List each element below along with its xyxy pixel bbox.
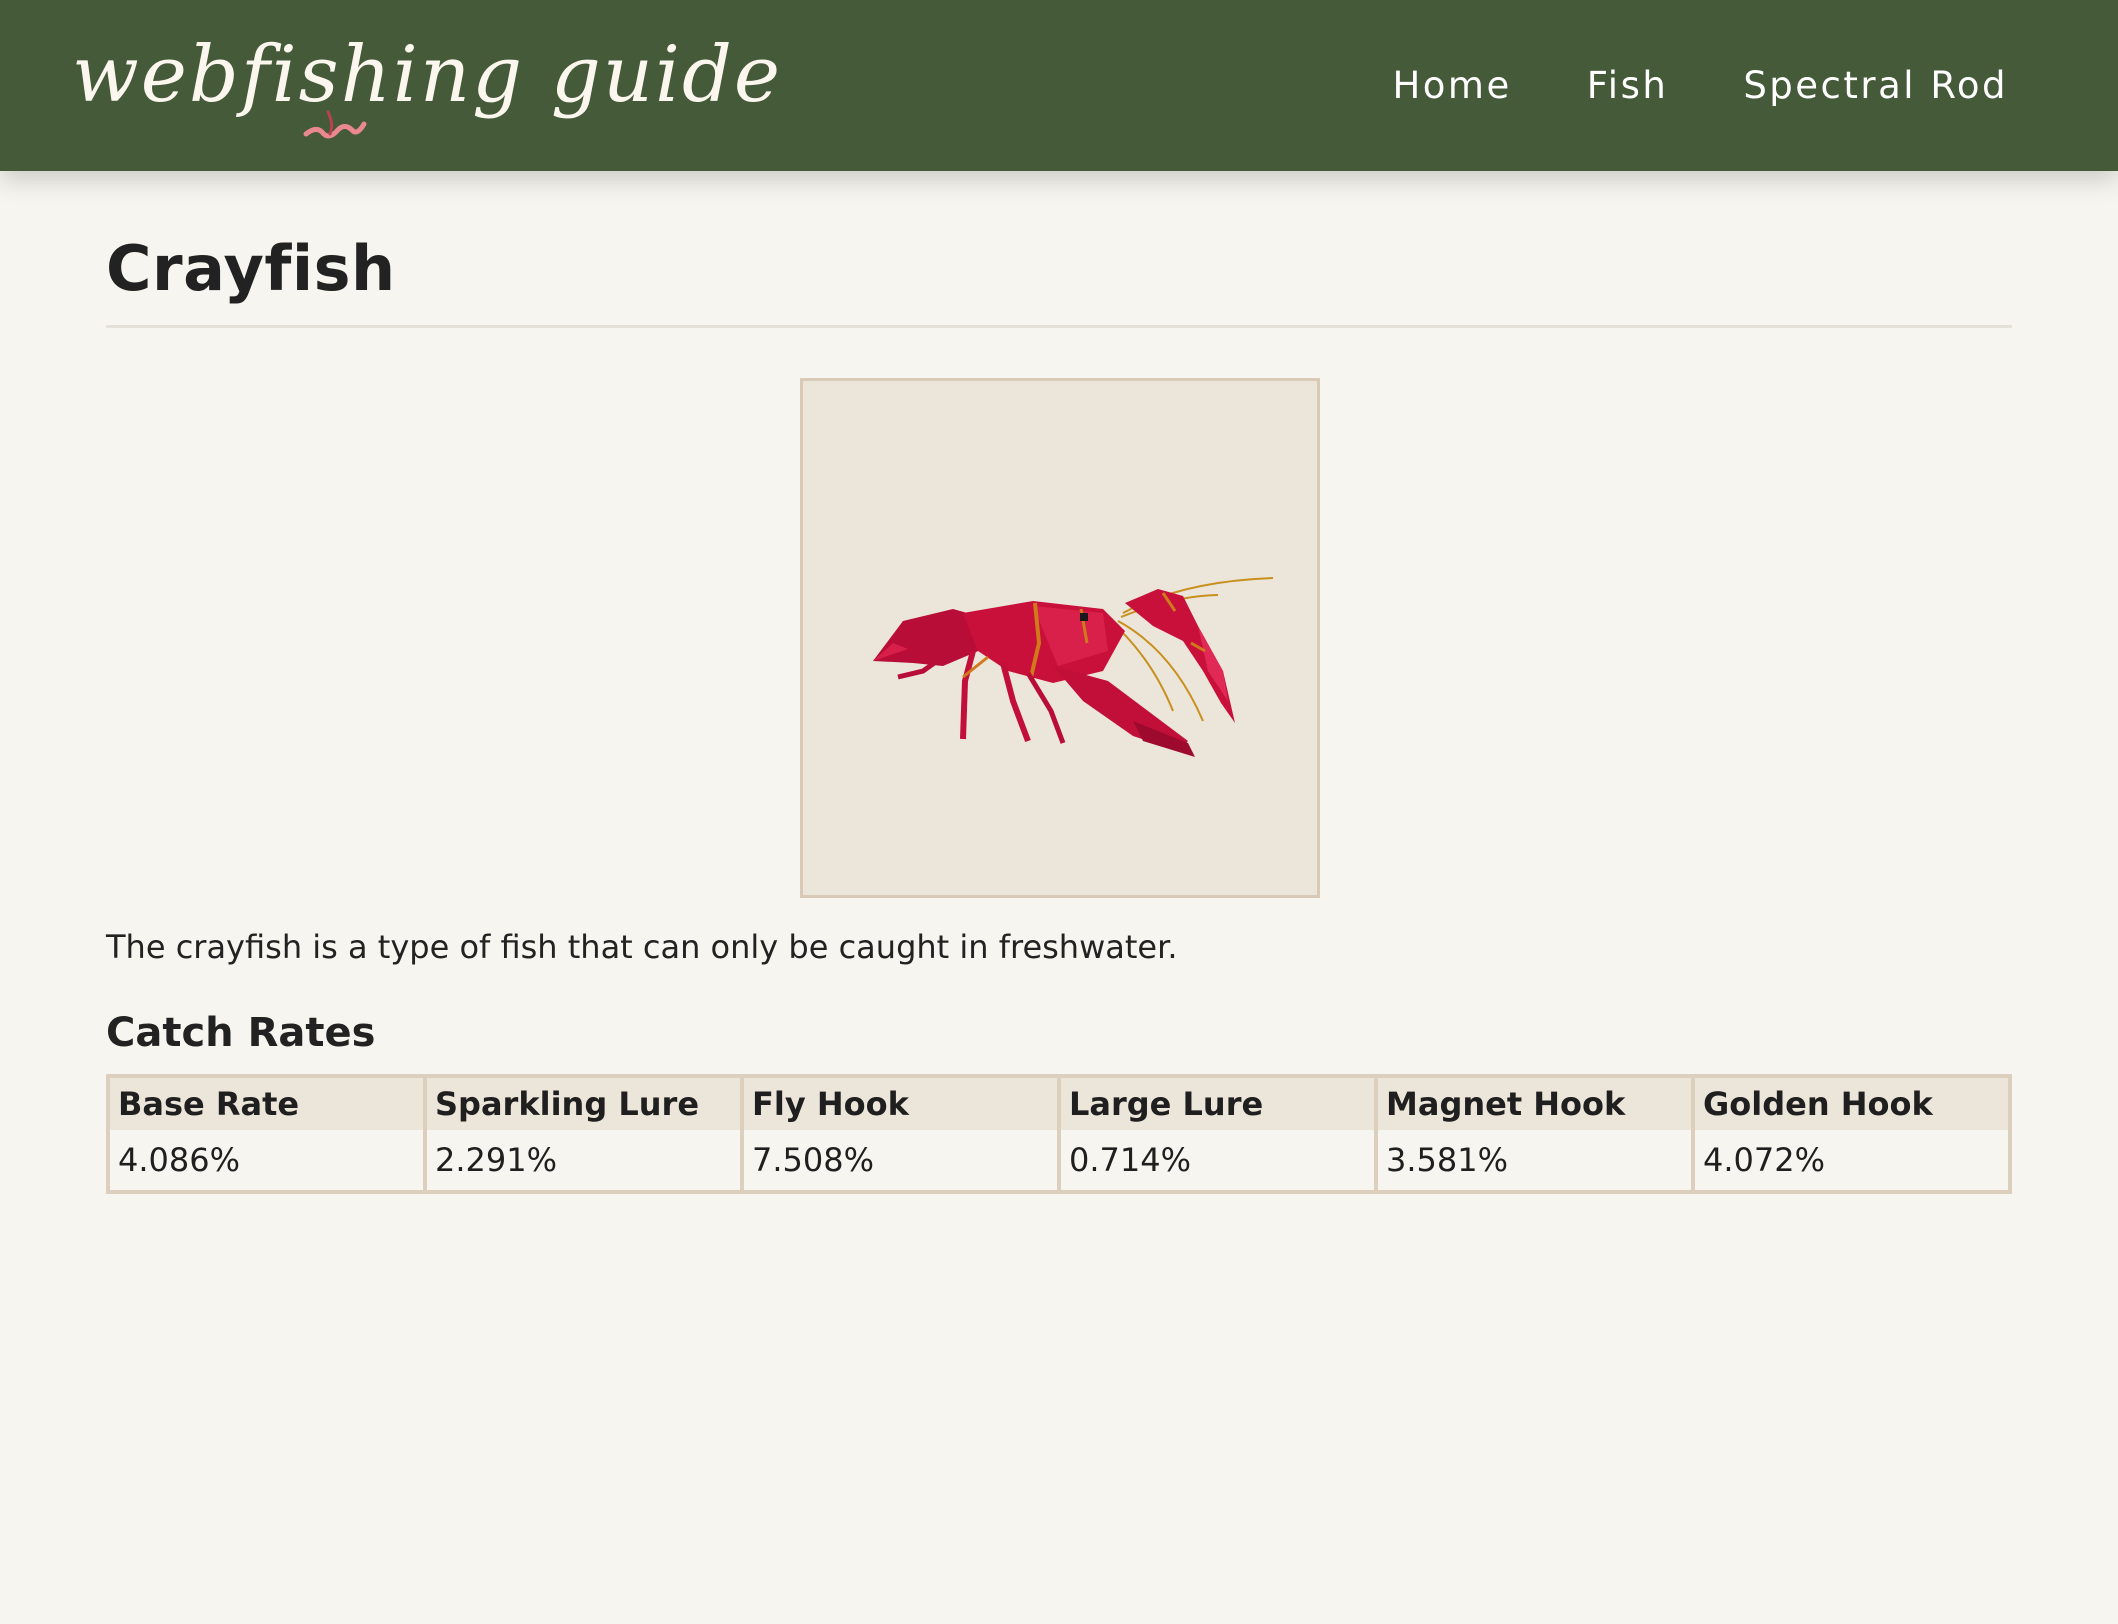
title-divider: [106, 325, 2012, 328]
table-cell: 3.581%: [1374, 1130, 1693, 1192]
fish-image-frame: [800, 378, 1320, 898]
crayfish-image: [873, 577, 1274, 757]
fish-description: The crayfish is a type of fish that can …: [106, 928, 1178, 966]
column-header: Base Rate: [106, 1076, 425, 1130]
nav-spectral-rod[interactable]: Spectral Rod: [1743, 64, 2008, 107]
column-header: Golden Hook: [1691, 1076, 2010, 1130]
page-title: Crayfish: [106, 232, 396, 305]
table-header-row: Base Rate Sparkling Lure Fly Hook Large …: [106, 1076, 2010, 1130]
column-header: Large Lure: [1057, 1076, 1376, 1130]
catch-rates-heading: Catch Rates: [106, 1010, 376, 1056]
column-header: Magnet Hook: [1374, 1076, 1693, 1130]
table-cell: 4.072%: [1691, 1130, 2010, 1192]
column-header: Fly Hook: [740, 1076, 1059, 1130]
site-logo[interactable]: webfishing guide: [66, 16, 780, 156]
column-header: Sparkling Lure: [423, 1076, 742, 1130]
table-cell: 4.086%: [106, 1130, 425, 1192]
catch-rates-table: Base Rate Sparkling Lure Fly Hook Large …: [106, 1074, 2012, 1194]
table-cell: 7.508%: [740, 1130, 1059, 1192]
worm-icon: [303, 110, 367, 139]
site-header: webfishing guide Home Fish Spectral Rod: [0, 0, 2118, 171]
table-cell: 0.714%: [1057, 1130, 1376, 1192]
table-row: 4.086% 2.291% 7.508% 0.714% 3.581% 4.072…: [106, 1130, 2010, 1192]
nav-home[interactable]: Home: [1392, 64, 1511, 107]
nav-fish[interactable]: Fish: [1587, 64, 1669, 107]
main-nav: Home Fish Spectral Rod: [1392, 0, 2008, 171]
table-cell: 2.291%: [423, 1130, 742, 1192]
